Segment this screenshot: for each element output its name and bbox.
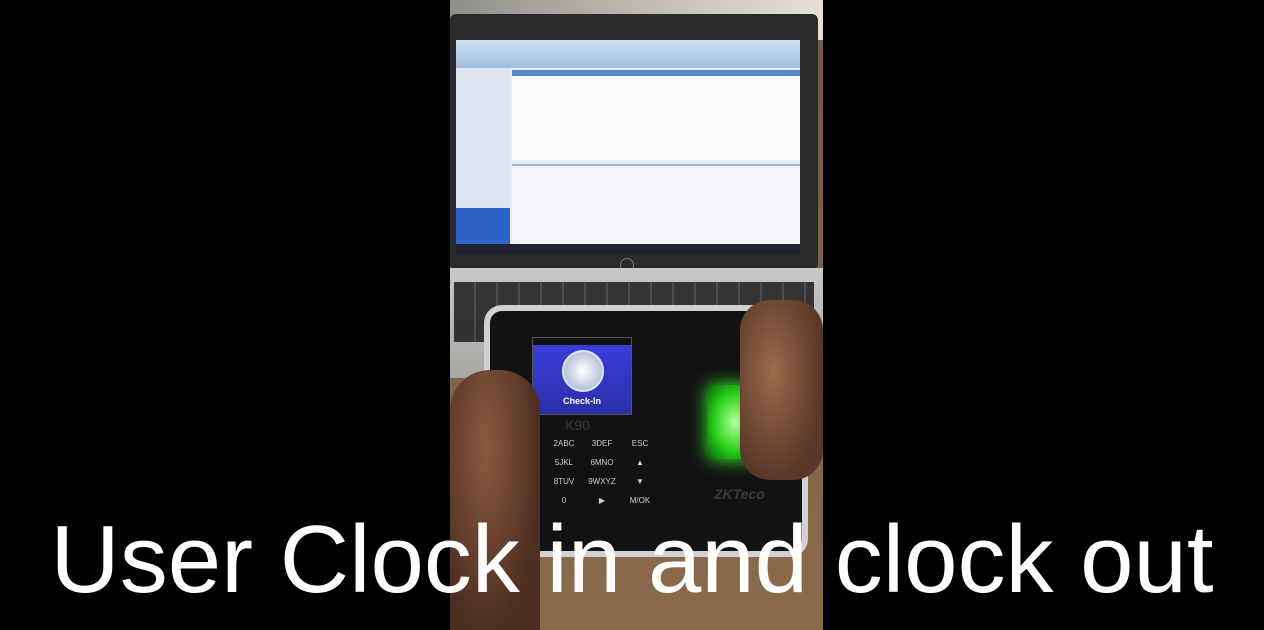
right-hand	[740, 300, 823, 480]
lower-pane	[512, 164, 800, 246]
keypad-key: ▲	[636, 458, 644, 467]
video-frame: Check-In K90 2ABC 3DEF ESC 5JKL 6MNO ▲ 8…	[0, 0, 1264, 630]
laptop-lid	[450, 14, 818, 272]
device-status-bar	[533, 338, 631, 345]
keypad-key: M/OK	[629, 496, 651, 505]
keypad-key: 0	[561, 496, 567, 505]
grid-area	[512, 76, 800, 160]
keypad-key: 8TUV	[553, 477, 575, 486]
keypad-key: 3DEF	[591, 439, 613, 448]
device-model: K90	[565, 417, 590, 433]
checkin-label: Check-In	[562, 396, 601, 406]
keypad-key: 6MNO	[590, 458, 614, 467]
device-keypad: 2ABC 3DEF ESC 5JKL 6MNO ▲ 8TUV 9WXYZ ▼ 0…	[545, 439, 655, 505]
keypad-key: 5JKL	[554, 458, 574, 467]
windows-taskbar	[456, 244, 800, 254]
device-screen: Check-In	[532, 337, 632, 415]
clock-icon	[562, 350, 604, 392]
video-caption: User Clock in and clock out	[50, 506, 1214, 613]
keypad-key: 9WXYZ	[588, 477, 616, 486]
keypad-key: 2ABC	[553, 439, 575, 448]
keypad-key: ▶	[598, 496, 606, 505]
keypad-key: ▼	[636, 477, 644, 486]
software-toolbar	[456, 40, 800, 68]
keypad-key: ESC	[631, 439, 649, 448]
software-sidebar	[456, 68, 510, 244]
sidebar-highlight	[456, 208, 510, 244]
laptop-screen	[456, 40, 800, 254]
device-brand: ZKTeco	[714, 486, 765, 502]
